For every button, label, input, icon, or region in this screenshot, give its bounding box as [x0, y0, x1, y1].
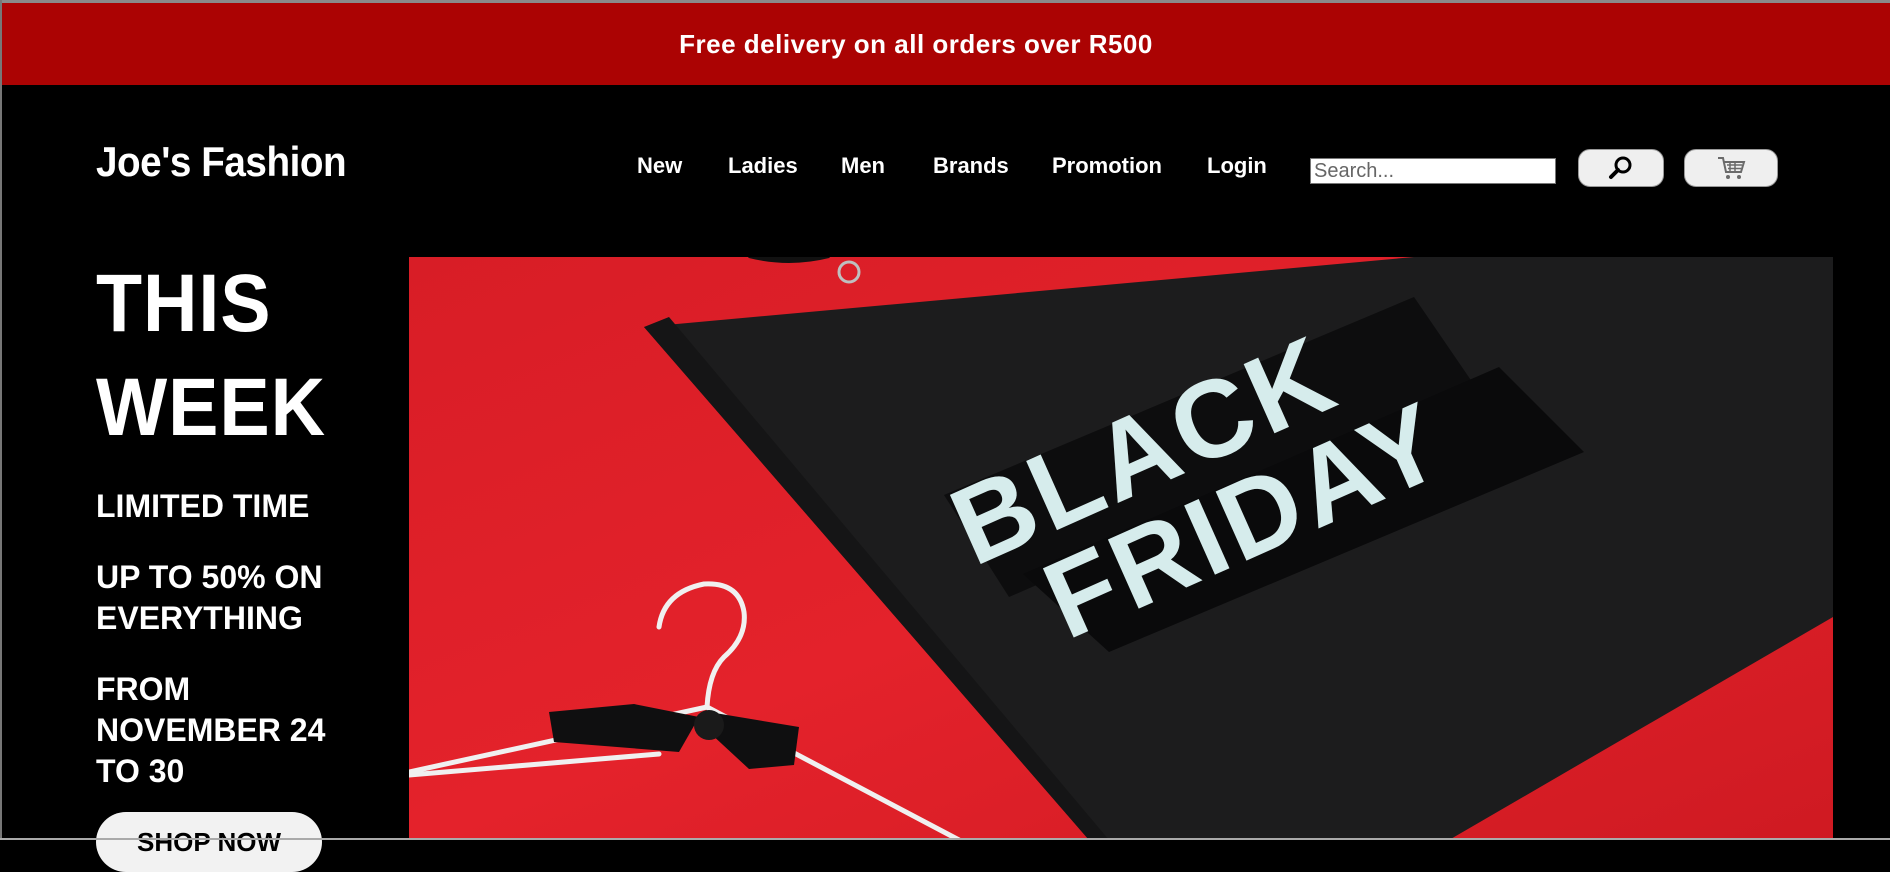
hero-title: THIS WEEK — [96, 252, 390, 460]
nav-item-brands[interactable]: Brands — [933, 153, 1009, 179]
search-input[interactable] — [1310, 158, 1556, 184]
black-friday-bag-illustration: BLACK FRIDAY — [409, 257, 1833, 840]
window-left-border — [0, 0, 2, 840]
hero-banner-image[interactable]: BLACK FRIDAY — [409, 257, 1833, 840]
hero-discount-line2: EVERYTHING — [96, 600, 303, 636]
brand-logo[interactable]: Joe's Fashion — [96, 138, 347, 186]
hero-discount-line1: UP TO 50% ON — [96, 559, 323, 595]
hero-title-line1: THIS — [96, 258, 272, 349]
hero-title-line2: WEEK — [96, 362, 326, 453]
cart-button[interactable] — [1684, 149, 1778, 187]
nav-item-new[interactable]: New — [637, 153, 682, 179]
hero-dates-line1: FROM — [96, 671, 191, 707]
nav-item-login[interactable]: Login — [1207, 153, 1267, 179]
nav-item-ladies[interactable]: Ladies — [728, 153, 798, 179]
hero-discount: UP TO 50% ON EVERYTHING — [96, 557, 416, 639]
search-icon — [1609, 156, 1632, 179]
hero-limited-time: LIMITED TIME — [96, 488, 310, 524]
nav-item-promotion[interactable]: Promotion — [1052, 153, 1162, 179]
hero-dates-line2: NOVEMBER 24 — [96, 712, 326, 748]
nav-item-men[interactable]: Men — [841, 153, 885, 179]
search-button[interactable] — [1578, 149, 1664, 187]
hero-copy: THIS WEEK LIMITED TIME UP TO 50% ON EVER… — [96, 252, 416, 792]
promo-banner: Free delivery on all orders over R500 — [2, 3, 1890, 85]
hero-dates: FROM NOVEMBER 24 TO 30 — [96, 669, 416, 792]
shop-now-button[interactable]: SHOP NOW — [96, 812, 322, 872]
cart-icon — [1718, 157, 1746, 179]
promo-text: Free delivery on all orders over R500 — [679, 28, 1153, 59]
hero-dates-line3: TO 30 — [96, 753, 185, 789]
